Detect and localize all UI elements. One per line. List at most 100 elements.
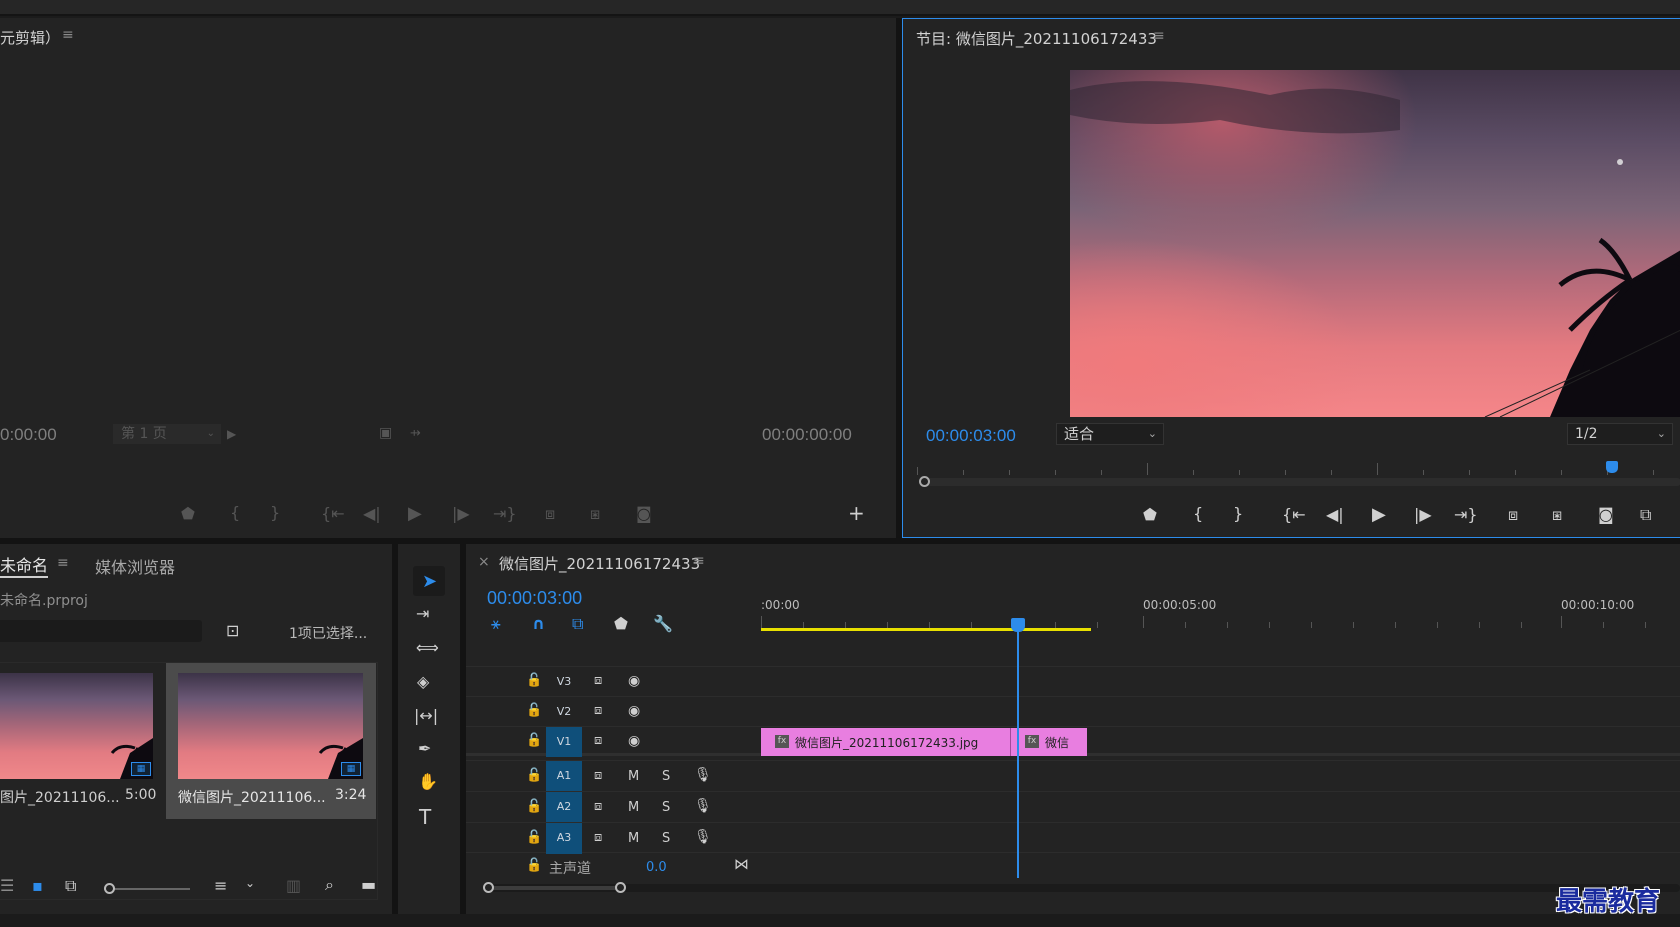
- tab-project[interactable]: 未命名: [0, 552, 49, 578]
- go-to-in-icon[interactable]: {⇤: [1282, 507, 1306, 523]
- add-marker-icon[interactable]: ⬟: [614, 616, 628, 632]
- project-item[interactable]: ▦ 图片_20211106... 5:00: [0, 663, 166, 819]
- page-select[interactable]: 第 1 页 ⌄: [113, 424, 221, 444]
- eye-icon[interactable]: ◉: [628, 704, 640, 718]
- razor-icon[interactable]: ◈: [417, 674, 429, 690]
- timeline-scroll-thumb[interactable]: [488, 886, 620, 890]
- insert-icon[interactable]: ⧈: [545, 506, 555, 522]
- next-page-icon[interactable]: ▶: [227, 428, 236, 440]
- camera-icon[interactable]: ◙: [636, 506, 652, 522]
- slip-icon[interactable]: |↔|: [414, 708, 438, 724]
- mark-out-icon[interactable]: }: [270, 505, 280, 521]
- new-bin-icon[interactable]: ▬: [361, 877, 376, 893]
- mark-out-icon[interactable]: }: [1233, 506, 1243, 522]
- freeform-view-icon[interactable]: ⧉: [65, 878, 76, 894]
- toggle-sync-icon[interactable]: ⧈: [594, 734, 602, 747]
- solo-button[interactable]: S: [662, 800, 670, 815]
- play-icon[interactable]: ▶: [1372, 506, 1386, 524]
- lock-icon[interactable]: 🔓: [526, 704, 542, 717]
- search-icon[interactable]: ⌕: [325, 877, 334, 893]
- lock-icon[interactable]: 🔓: [526, 859, 542, 872]
- toggle-sync-icon[interactable]: ⧈: [594, 674, 602, 687]
- step-forward-icon[interactable]: |▶: [452, 506, 470, 522]
- track-label-a1[interactable]: A1: [546, 761, 582, 792]
- toggle-sync-icon[interactable]: ⧈: [594, 769, 602, 782]
- step-back-icon[interactable]: ◀|: [363, 506, 381, 522]
- step-icon[interactable]: ⇸: [410, 427, 421, 440]
- add-button-icon[interactable]: +: [848, 503, 865, 523]
- clip-main[interactable]: fx 微信图片_20211106172433.jpg: [761, 728, 1011, 756]
- track-label-v1[interactable]: V1: [546, 727, 582, 757]
- track-label-v2[interactable]: V2: [546, 697, 582, 727]
- lock-icon[interactable]: 🔓: [526, 800, 542, 813]
- chevron-down-icon[interactable]: ⌄: [245, 877, 255, 889]
- stop-icon[interactable]: ▣: [379, 426, 392, 440]
- eye-icon[interactable]: ◉: [628, 674, 640, 688]
- go-to-out-icon[interactable]: ⇥}: [493, 506, 517, 522]
- new-bin-search-icon[interactable]: ⊡: [226, 623, 239, 639]
- linked-selection-icon[interactable]: ⧉: [572, 616, 583, 632]
- camera-icon[interactable]: ◙: [1598, 507, 1614, 523]
- toggle-sync-icon[interactable]: ⧈: [594, 831, 602, 844]
- go-to-in-icon[interactable]: {⇤: [321, 506, 345, 522]
- hand-icon[interactable]: ✋: [418, 774, 438, 790]
- track-label-a2[interactable]: A2: [546, 792, 582, 823]
- microphone-icon[interactable]: 🎙: [694, 830, 712, 844]
- lift-icon[interactable]: ⧈: [1508, 507, 1518, 523]
- list-view-icon[interactable]: ☰: [0, 878, 14, 894]
- sort-icon[interactable]: ≡: [214, 878, 227, 894]
- eye-icon[interactable]: ◉: [628, 734, 640, 748]
- toggle-sync-icon[interactable]: ⧈: [594, 800, 602, 813]
- program-timecode[interactable]: 00:00:03:00: [926, 426, 1016, 446]
- skip-icon[interactable]: ⋈: [734, 857, 749, 872]
- panel-menu-icon[interactable]: ≡: [1153, 29, 1165, 43]
- program-video-frame[interactable]: [1070, 70, 1680, 417]
- toggle-sync-icon[interactable]: ⧈: [594, 704, 602, 717]
- search-input[interactable]: [0, 620, 202, 642]
- master-volume[interactable]: 0.0: [646, 860, 667, 875]
- panel-menu-icon[interactable]: ≡: [693, 554, 705, 568]
- marker-icon[interactable]: ⬟: [1143, 507, 1157, 523]
- type-icon[interactable]: T: [419, 807, 431, 827]
- panel-menu-icon[interactable]: ≡: [57, 556, 69, 570]
- thumbnail-size-handle[interactable]: [104, 883, 115, 894]
- zoom-handle-right[interactable]: [615, 882, 626, 893]
- mark-in-icon[interactable]: {: [230, 505, 240, 521]
- lock-icon[interactable]: 🔓: [526, 831, 542, 844]
- lock-icon[interactable]: 🔓: [526, 769, 542, 782]
- mute-button[interactable]: M: [628, 800, 639, 815]
- overwrite-icon[interactable]: ⧆: [590, 506, 600, 522]
- nest-icon[interactable]: ⚹: [491, 616, 501, 632]
- clip-second[interactable]: fx 微信: [1011, 728, 1087, 756]
- track-select-icon[interactable]: ⇥: [416, 606, 429, 622]
- wrench-icon[interactable]: 🔧: [653, 616, 673, 632]
- close-icon[interactable]: ×: [478, 554, 490, 570]
- icon-view-icon[interactable]: ▪: [32, 878, 43, 894]
- marker-icon[interactable]: ⬟: [181, 506, 195, 522]
- timeline-zoom-bar[interactable]: [486, 884, 1680, 892]
- zoom-handle-left[interactable]: [483, 882, 494, 893]
- microphone-icon[interactable]: 🎙: [694, 768, 712, 782]
- mark-in-icon[interactable]: {: [1193, 506, 1203, 522]
- tab-media-browser[interactable]: 媒体浏览器: [95, 554, 175, 578]
- timeline-timecode[interactable]: 00:00:03:00: [487, 588, 582, 609]
- work-area-bar[interactable]: [761, 628, 1091, 631]
- program-zoom-bar[interactable]: [919, 478, 1680, 486]
- mute-button[interactable]: M: [628, 831, 639, 846]
- track-label-v3[interactable]: V3: [546, 667, 582, 697]
- track-label-a3[interactable]: A3: [546, 823, 582, 854]
- solo-button[interactable]: S: [662, 831, 670, 846]
- play-icon[interactable]: ▶: [408, 505, 422, 523]
- snap-magnet-icon[interactable]: ∩: [532, 616, 545, 632]
- fit-select[interactable]: 适合 ⌄: [1056, 423, 1164, 445]
- sequence-tab-title[interactable]: 微信图片_20211106172433: [499, 553, 700, 574]
- program-playhead-marker[interactable]: [1606, 461, 1618, 473]
- pen-icon[interactable]: ✒: [418, 741, 431, 757]
- step-back-icon[interactable]: ◀|: [1326, 507, 1344, 523]
- selection-tool-button[interactable]: ➤: [413, 566, 445, 596]
- microphone-icon[interactable]: 🎙: [694, 799, 712, 813]
- mute-button[interactable]: M: [628, 769, 639, 784]
- panel-menu-icon[interactable]: ≡: [62, 28, 74, 42]
- project-item-selected[interactable]: ▦ 微信图片_20211106... 3:24: [166, 663, 376, 819]
- program-mini-ruler[interactable]: [917, 459, 1680, 489]
